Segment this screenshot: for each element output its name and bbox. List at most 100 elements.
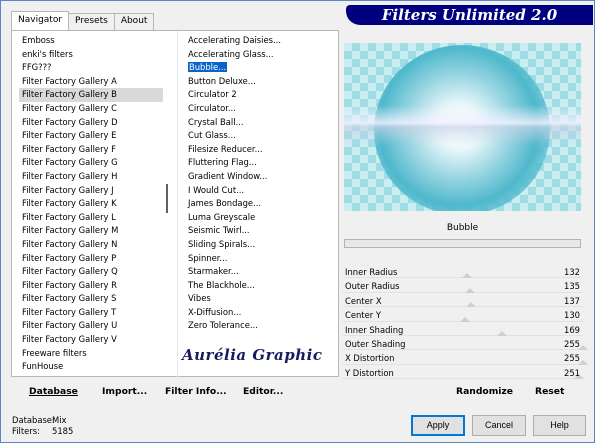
- filter-item[interactable]: Gradient Window...: [185, 170, 330, 184]
- slider-value: 135: [564, 281, 580, 292]
- filter-item[interactable]: Sliding Spirals...: [185, 238, 330, 252]
- category-item[interactable]: Filter Factory Gallery E: [19, 129, 163, 143]
- tab-navigator[interactable]: Navigator: [11, 11, 70, 30]
- filter-item-label: Bubble...: [188, 62, 228, 73]
- divider: [177, 31, 178, 377]
- filter-item[interactable]: Circulator...: [185, 102, 330, 116]
- filter-item[interactable]: The Blackhole...: [185, 279, 330, 293]
- filter-item[interactable]: Luma Greyscale: [185, 211, 330, 225]
- category-item[interactable]: Filter Factory Gallery B: [19, 88, 163, 102]
- filters-status-value: 5185: [52, 425, 74, 436]
- slider-label: Inner Radius: [345, 267, 398, 277]
- filter-item-label: Gradient Window...: [188, 170, 268, 181]
- filter-item[interactable]: Accelerating Daisies...: [185, 34, 330, 48]
- filter-item-label: Crystal Ball...: [188, 116, 244, 127]
- filter-info-button[interactable]: Filter Info...: [165, 386, 227, 397]
- slider-value: 251: [564, 367, 580, 378]
- category-item[interactable]: Filter Factory Gallery D: [19, 116, 163, 130]
- scrollbar-thumb[interactable]: [166, 184, 168, 213]
- watermark-logo: Aurélia Graphic: [182, 346, 323, 364]
- slider-row[interactable]: Inner Radius 132: [342, 265, 583, 279]
- bubble-highlight-band: [344, 105, 581, 145]
- slider-thumb[interactable]: [459, 316, 470, 322]
- database-button[interactable]: Database: [29, 386, 78, 397]
- slider-thumb[interactable]: [461, 273, 472, 279]
- filter-item[interactable]: Circulator 2: [185, 88, 330, 102]
- slider-row[interactable]: Center Y 130: [342, 308, 583, 322]
- reset-button[interactable]: Reset: [535, 386, 564, 397]
- slider-value: 255: [564, 338, 580, 349]
- category-item[interactable]: Filter Factory Gallery S: [19, 292, 163, 306]
- category-item[interactable]: Filter Factory Gallery H: [19, 170, 163, 184]
- category-item[interactable]: Filter Factory Gallery K: [19, 197, 163, 211]
- tab-bar: Navigator Presets About: [11, 11, 155, 30]
- filter-item[interactable]: Filesize Reducer...: [185, 143, 330, 157]
- filter-item-label: Luma Greyscale: [188, 211, 256, 222]
- category-item[interactable]: Filter Factory Gallery R: [19, 279, 163, 293]
- filter-item[interactable]: X-Diffusion...: [185, 306, 330, 320]
- apply-button[interactable]: Apply: [411, 415, 465, 436]
- parameter-sliders: Inner Radius 132 Outer Radius 135 Center X 13…: [342, 265, 588, 380]
- category-item[interactable]: Filter Factory Gallery M: [19, 224, 163, 238]
- category-item[interactable]: Filter Factory Gallery Q: [19, 265, 163, 279]
- category-item[interactable]: Filter Factory Gallery J: [19, 184, 163, 198]
- slider-thumb[interactable]: [464, 287, 475, 293]
- filter-item[interactable]: Accelerating Glass...: [185, 48, 330, 62]
- slider-thumb[interactable]: [496, 330, 507, 336]
- slider-value: 137: [564, 295, 580, 306]
- category-item[interactable]: Filter Factory Gallery N: [19, 238, 163, 252]
- slider-row[interactable]: Outer Shading 255: [342, 337, 588, 351]
- slider-thumb[interactable]: [466, 302, 477, 308]
- filter-item[interactable]: Cut Glass...: [185, 129, 330, 143]
- filter-item-label: James Bondage...: [188, 198, 262, 209]
- slider-value: 130: [564, 310, 580, 321]
- randomize-button[interactable]: Randomize: [456, 386, 513, 397]
- help-button[interactable]: Help: [533, 415, 586, 436]
- filter-item[interactable]: Crystal Ball...: [185, 116, 330, 130]
- cancel-button[interactable]: Cancel: [472, 415, 526, 436]
- slider-label: X Distortion: [345, 353, 395, 364]
- slider-row[interactable]: Y Distortion 251: [342, 366, 585, 380]
- filter-item[interactable]: Starmaker...: [185, 265, 330, 279]
- category-item[interactable]: Filter Factory Gallery V: [19, 333, 163, 347]
- slider-row[interactable]: X Distortion 255: [342, 351, 588, 365]
- category-item[interactable]: FFG???: [19, 61, 163, 75]
- category-scrollbar[interactable]: [163, 34, 175, 374]
- category-item[interactable]: Filter Factory Gallery U: [19, 319, 163, 333]
- filter-item[interactable]: Button Deluxe...: [185, 75, 330, 89]
- slider-row[interactable]: Outer Radius 135: [342, 279, 583, 293]
- category-item[interactable]: enki's filters: [19, 48, 163, 62]
- slider-row[interactable]: Center X 137: [342, 294, 583, 308]
- filter-item[interactable]: I Would Cut...: [185, 184, 330, 198]
- filter-item[interactable]: Seismic Twirl...: [185, 224, 330, 238]
- tab-presets[interactable]: Presets: [68, 13, 115, 30]
- filter-item[interactable]: Vibes: [185, 292, 330, 306]
- category-item[interactable]: Filter Factory Gallery C: [19, 102, 163, 116]
- filter-item[interactable]: Zero Tolerance...: [185, 319, 330, 333]
- filter-item-label: Circulator...: [188, 102, 236, 113]
- filter-item[interactable]: Bubble...: [185, 61, 330, 75]
- editor-label: Editor...: [243, 386, 284, 397]
- editor-button[interactable]: Editor...: [243, 386, 283, 397]
- category-item[interactable]: Emboss: [19, 34, 163, 48]
- filter-item[interactable]: James Bondage...: [185, 197, 330, 211]
- category-item[interactable]: FunHouse: [19, 360, 163, 374]
- progress-bar: [344, 239, 581, 248]
- category-item[interactable]: Filter Factory Gallery L: [19, 211, 163, 225]
- category-list[interactable]: Emboss enki's filters FFG??? Filter Factory…: [19, 34, 163, 374]
- category-item[interactable]: Filter Factory Gallery F: [19, 143, 163, 157]
- category-item[interactable]: Freeware filters: [19, 347, 163, 361]
- category-item[interactable]: Filter Factory Gallery T: [19, 306, 163, 320]
- category-item[interactable]: Filter Factory Gallery G: [19, 156, 163, 170]
- filter-item[interactable]: Spinner...: [185, 252, 330, 266]
- category-item[interactable]: Filter Factory Gallery A: [19, 75, 163, 89]
- filter-item[interactable]: Fluttering Flag...: [185, 156, 330, 170]
- import-label: Import...: [102, 386, 148, 397]
- filter-item-label: Circulator 2: [188, 89, 237, 100]
- category-item[interactable]: Filter Factory Gallery P: [19, 252, 163, 266]
- tab-about[interactable]: About: [113, 13, 155, 30]
- filters-status-label: Filters:: [12, 425, 40, 436]
- import-button[interactable]: Import...: [102, 386, 147, 397]
- slider-row[interactable]: Inner Shading 169: [342, 323, 583, 337]
- filter-list[interactable]: Accelerating Daisies... Accelerating Glas…: [185, 34, 330, 334]
